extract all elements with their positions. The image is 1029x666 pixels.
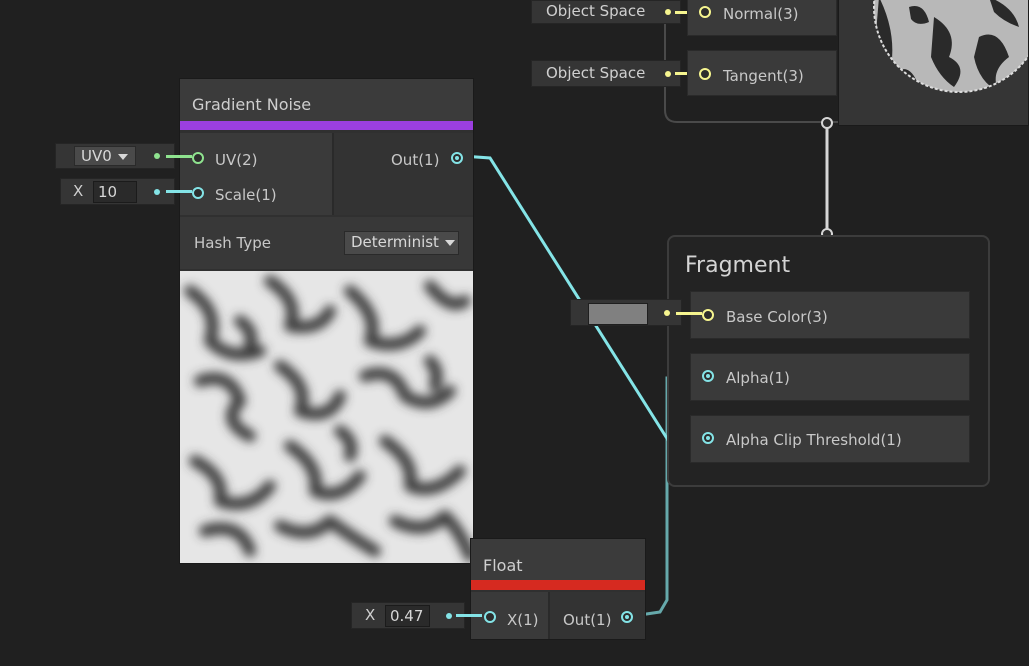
alpha-clip-port[interactable]: [702, 432, 714, 444]
tangent-space-field[interactable]: Object Space: [531, 60, 681, 87]
alpha-port[interactable]: [702, 370, 714, 382]
noise-out-label: Out(1): [391, 151, 440, 169]
alpha-label: Alpha(1): [726, 369, 790, 387]
tangent-space-port: [665, 71, 671, 77]
scale-inline-port: [154, 189, 160, 195]
vertex-output-port[interactable]: [821, 117, 833, 129]
scale-input-label: Scale(1): [215, 186, 277, 204]
float-x-input-port[interactable]: [484, 611, 496, 623]
normal-space-label: Object Space: [546, 2, 646, 20]
base-color-inline-port: [664, 310, 670, 316]
float-node[interactable]: Float X(1) Out(1): [470, 538, 646, 640]
uv-inline-input[interactable]: UV0: [55, 143, 175, 169]
float-x-axis-label: X: [365, 606, 376, 624]
float-accent-bar: [471, 580, 645, 590]
normal-label: Normal(3): [723, 5, 799, 23]
gradient-noise-title: Gradient Noise: [192, 95, 312, 114]
normal-space-field[interactable]: Object Space: [531, 0, 681, 24]
alpha-clip-slot[interactable]: Alpha Clip Threshold(1): [690, 415, 970, 463]
scale-value-field[interactable]: 10: [93, 181, 137, 203]
fragment-node[interactable]: Fragment Base Color(3) Alpha(1) Alpha Cl…: [667, 235, 990, 487]
sphere-preview-image: [873, 0, 1028, 93]
normal-input-slot[interactable]: Normal(3): [687, 0, 837, 36]
normal-port[interactable]: [699, 6, 711, 18]
normal-space-port: [665, 9, 671, 15]
tangent-space-label: Object Space: [546, 64, 646, 82]
alpha-clip-label: Alpha Clip Threshold(1): [726, 431, 902, 449]
scale-input-port[interactable]: [192, 187, 204, 199]
chevron-down-icon: [117, 153, 128, 160]
hash-type-label: Hash Type: [194, 234, 272, 252]
float-out-label: Out(1): [563, 611, 612, 629]
uv-input-port[interactable]: [192, 152, 204, 164]
alpha-slot[interactable]: Alpha(1): [690, 353, 970, 401]
gradient-noise-node[interactable]: Gradient Noise UV(2) Scale(1) Out(1) Has…: [179, 78, 474, 564]
base-color-inline-input[interactable]: [570, 299, 682, 326]
uv-inline-port: [154, 153, 160, 159]
chevron-down-icon: [444, 239, 455, 246]
base-color-port[interactable]: [702, 309, 714, 321]
noise-out-port[interactable]: [451, 152, 463, 164]
tangent-port[interactable]: [699, 68, 711, 80]
uv-channel-value: UV0: [81, 147, 112, 165]
scale-axis-label: X: [73, 182, 84, 200]
float-x-input-label: X(1): [507, 611, 539, 629]
hash-type-value: Determinist: [351, 233, 439, 251]
gradient-noise-accent-bar: [180, 121, 473, 130]
float-out-port[interactable]: [621, 611, 633, 623]
vertex-preview: [838, 0, 1029, 126]
base-color-swatch[interactable]: [588, 303, 648, 325]
noise-preview: [180, 271, 473, 563]
noise-preview-image: [180, 271, 473, 563]
wire-noise-to-alpha-clip: [461, 154, 700, 442]
float-x-inline-input[interactable]: X 0.47: [351, 602, 465, 629]
float-x-value-field[interactable]: 0.47: [385, 605, 430, 627]
float-title: Float: [483, 556, 523, 575]
scale-inline-input[interactable]: X 10: [60, 178, 175, 205]
tangent-input-slot[interactable]: Tangent(3): [687, 50, 837, 96]
uv-channel-dropdown[interactable]: UV0: [74, 146, 136, 166]
base-color-label: Base Color(3): [726, 308, 828, 326]
tangent-label: Tangent(3): [723, 67, 804, 85]
base-color-slot[interactable]: Base Color(3): [690, 291, 970, 339]
float-x-inline-port: [446, 613, 452, 619]
hash-type-dropdown[interactable]: Determinist: [344, 231, 459, 255]
uv-input-label: UV(2): [215, 151, 258, 169]
fragment-title: Fragment: [685, 253, 791, 278]
